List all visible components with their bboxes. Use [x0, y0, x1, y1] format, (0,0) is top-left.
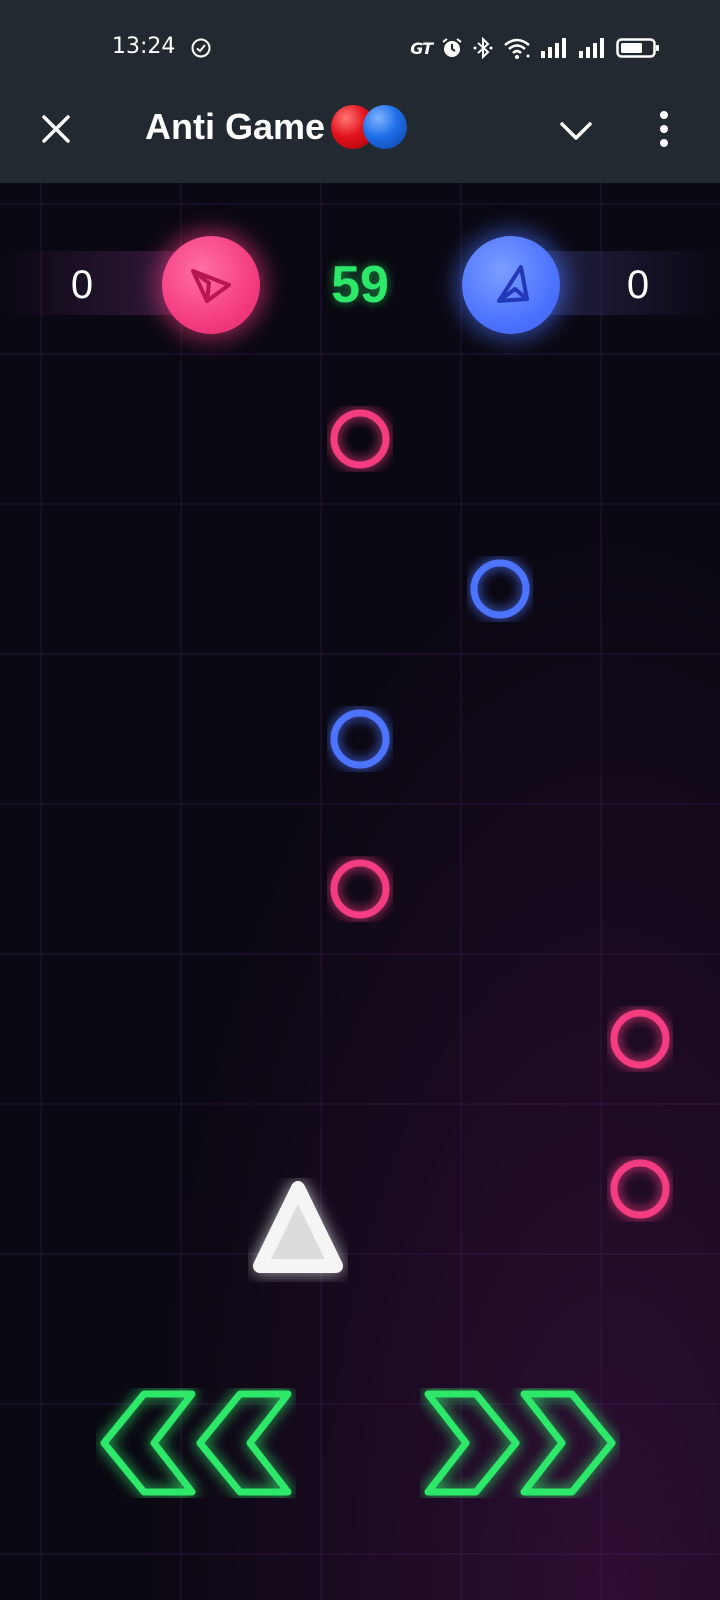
blue-ring — [470, 559, 530, 619]
check-circle-icon — [191, 38, 211, 58]
status-time: 13:24 — [112, 34, 176, 59]
status-icons: GT — [410, 36, 660, 60]
app-title-text: Anti Game — [145, 106, 326, 147]
status-bar: 13:24 GT — [0, 0, 720, 95]
alarm-icon — [442, 38, 462, 57]
chevron-down-icon[interactable] — [558, 113, 594, 149]
game-area[interactable]: 0 0 59 — [0, 183, 720, 1600]
pink-ring — [330, 409, 390, 469]
blue-player-badge — [462, 236, 560, 334]
blue-circle-emoji — [363, 105, 408, 149]
signal-icon — [579, 38, 604, 58]
app-title: Anti Game — [145, 105, 408, 149]
battery-icon — [616, 38, 659, 58]
blue-score: 0 — [626, 263, 650, 307]
more-vert-icon[interactable] — [656, 109, 672, 149]
close-icon[interactable] — [38, 111, 74, 147]
move-left-button[interactable] — [96, 1388, 296, 1498]
app-bar: Anti Game — [0, 95, 720, 183]
send-icon — [191, 269, 231, 303]
pink-score: 0 — [70, 263, 94, 307]
pink-ring — [330, 859, 390, 919]
timer: 59 — [331, 256, 389, 314]
wifi-icon — [504, 38, 530, 59]
pink-player-badge — [162, 236, 260, 334]
pink-ring — [610, 1009, 670, 1069]
blue-ring — [330, 709, 390, 769]
pink-ring — [610, 1159, 670, 1219]
bluetooth-icon — [473, 36, 493, 60]
signal-icon — [541, 38, 566, 58]
gt-label: GT — [410, 38, 433, 58]
move-right-button[interactable] — [420, 1388, 620, 1498]
send-icon — [497, 265, 529, 303]
player-ship[interactable] — [248, 1178, 348, 1282]
